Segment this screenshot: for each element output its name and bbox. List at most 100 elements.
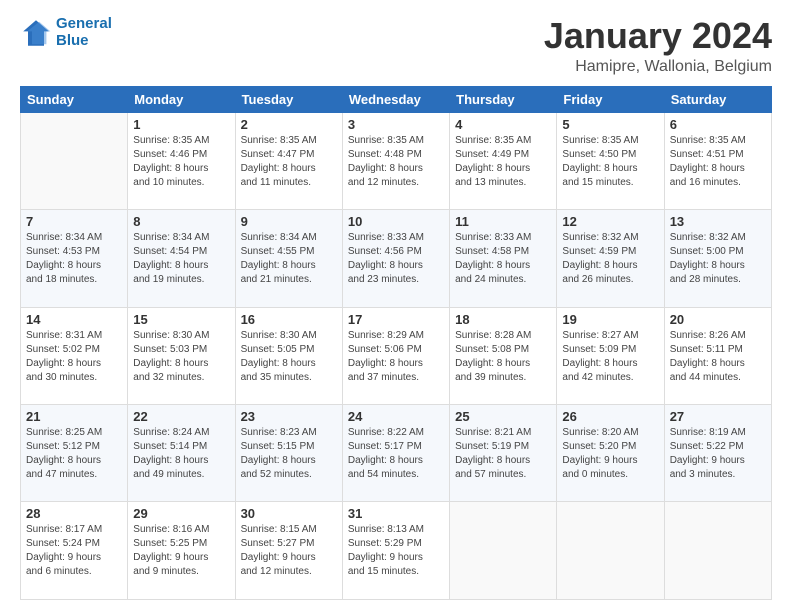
day-info: Daylight: 8 hours [455, 454, 551, 468]
day-info: Sunrise: 8:25 AM [26, 426, 122, 440]
day-info: and 0 minutes. [562, 468, 658, 482]
day-info: Sunrise: 8:30 AM [133, 329, 229, 343]
day-info: Sunset: 5:08 PM [455, 343, 551, 357]
weekday-header-thursday: Thursday [450, 86, 557, 112]
day-info: Sunset: 4:59 PM [562, 245, 658, 259]
day-info: Sunrise: 8:17 AM [26, 523, 122, 537]
day-info: Sunrise: 8:34 AM [26, 231, 122, 245]
day-info: Daylight: 8 hours [348, 259, 444, 273]
day-info: Sunrise: 8:13 AM [348, 523, 444, 537]
day-info: Sunset: 5:24 PM [26, 537, 122, 551]
day-number: 4 [455, 117, 551, 132]
day-info: Daylight: 8 hours [348, 162, 444, 176]
day-info: Sunrise: 8:35 AM [670, 134, 766, 148]
calendar-cell: 10Sunrise: 8:33 AMSunset: 4:56 PMDayligh… [342, 210, 449, 307]
day-info: Sunset: 5:17 PM [348, 440, 444, 454]
day-number: 7 [26, 214, 122, 229]
calendar-week-row: 1Sunrise: 8:35 AMSunset: 4:46 PMDaylight… [21, 112, 772, 209]
day-info: Daylight: 9 hours [133, 551, 229, 565]
day-info: Sunrise: 8:32 AM [562, 231, 658, 245]
day-info: Sunrise: 8:26 AM [670, 329, 766, 343]
day-number: 11 [455, 214, 551, 229]
day-number: 19 [562, 312, 658, 327]
calendar-cell: 7Sunrise: 8:34 AMSunset: 4:53 PMDaylight… [21, 210, 128, 307]
day-info: Sunrise: 8:31 AM [26, 329, 122, 343]
day-info: Sunrise: 8:29 AM [348, 329, 444, 343]
day-info: and 15 minutes. [348, 565, 444, 579]
day-info: Sunset: 4:50 PM [562, 148, 658, 162]
day-info: and 24 minutes. [455, 273, 551, 287]
day-info: Daylight: 8 hours [562, 162, 658, 176]
calendar-cell [21, 112, 128, 209]
day-number: 2 [241, 117, 337, 132]
calendar-cell: 15Sunrise: 8:30 AMSunset: 5:03 PMDayligh… [128, 307, 235, 404]
day-info: and 52 minutes. [241, 468, 337, 482]
day-number: 13 [670, 214, 766, 229]
day-info: and 18 minutes. [26, 273, 122, 287]
day-info: Sunset: 4:55 PM [241, 245, 337, 259]
calendar-cell: 31Sunrise: 8:13 AMSunset: 5:29 PMDayligh… [342, 502, 449, 600]
weekday-header-sunday: Sunday [21, 86, 128, 112]
day-number: 6 [670, 117, 766, 132]
day-info: Sunset: 5:19 PM [455, 440, 551, 454]
day-info: Sunrise: 8:35 AM [562, 134, 658, 148]
day-info: Daylight: 8 hours [241, 357, 337, 371]
calendar-cell: 3Sunrise: 8:35 AMSunset: 4:48 PMDaylight… [342, 112, 449, 209]
calendar-cell: 20Sunrise: 8:26 AMSunset: 5:11 PMDayligh… [664, 307, 771, 404]
calendar-cell: 26Sunrise: 8:20 AMSunset: 5:20 PMDayligh… [557, 405, 664, 502]
day-number: 12 [562, 214, 658, 229]
day-info: Sunrise: 8:35 AM [455, 134, 551, 148]
calendar-cell: 8Sunrise: 8:34 AMSunset: 4:54 PMDaylight… [128, 210, 235, 307]
day-info: Daylight: 9 hours [26, 551, 122, 565]
calendar-week-row: 7Sunrise: 8:34 AMSunset: 4:53 PMDaylight… [21, 210, 772, 307]
day-number: 31 [348, 506, 444, 521]
calendar-cell: 4Sunrise: 8:35 AMSunset: 4:49 PMDaylight… [450, 112, 557, 209]
day-info: and 19 minutes. [133, 273, 229, 287]
day-info: and 39 minutes. [455, 371, 551, 385]
day-info: Sunrise: 8:20 AM [562, 426, 658, 440]
page: General Blue January 2024 Hamipre, Wallo… [0, 0, 792, 612]
day-info: Daylight: 8 hours [133, 259, 229, 273]
calendar-cell: 1Sunrise: 8:35 AMSunset: 4:46 PMDaylight… [128, 112, 235, 209]
day-info: Sunrise: 8:15 AM [241, 523, 337, 537]
day-info: and 13 minutes. [455, 176, 551, 190]
day-number: 30 [241, 506, 337, 521]
day-info: and 6 minutes. [26, 565, 122, 579]
day-info: and 54 minutes. [348, 468, 444, 482]
calendar-cell: 25Sunrise: 8:21 AMSunset: 5:19 PMDayligh… [450, 405, 557, 502]
day-info: and 32 minutes. [133, 371, 229, 385]
day-number: 18 [455, 312, 551, 327]
calendar-header-row: SundayMondayTuesdayWednesdayThursdayFrid… [21, 86, 772, 112]
day-number: 23 [241, 409, 337, 424]
calendar-cell: 5 Sunrise: 8:35 AMSunset: 4:50 PMDaylight… [557, 112, 664, 209]
day-info: Sunset: 5:00 PM [670, 245, 766, 259]
day-info: Sunrise: 8:35 AM [348, 134, 444, 148]
day-info: and 15 minutes. [562, 176, 658, 190]
day-info: Sunrise: 8:28 AM [455, 329, 551, 343]
day-info: Daylight: 9 hours [241, 551, 337, 565]
header: General Blue January 2024 Hamipre, Wallo… [20, 16, 772, 76]
day-number: 29 [133, 506, 229, 521]
day-info: and 28 minutes. [670, 273, 766, 287]
day-info: Sunset: 5:09 PM [562, 343, 658, 357]
day-info: Sunrise: 8:21 AM [455, 426, 551, 440]
weekday-header-tuesday: Tuesday [235, 86, 342, 112]
day-info: and 57 minutes. [455, 468, 551, 482]
day-info: Sunset: 5:15 PM [241, 440, 337, 454]
day-info: and 35 minutes. [241, 371, 337, 385]
day-number: 3 [348, 117, 444, 132]
day-number: 17 [348, 312, 444, 327]
day-info: Daylight: 8 hours [562, 357, 658, 371]
day-info: and 9 minutes. [133, 565, 229, 579]
day-info: Daylight: 8 hours [455, 357, 551, 371]
calendar-week-row: 28Sunrise: 8:17 AMSunset: 5:24 PMDayligh… [21, 502, 772, 600]
day-info: Sunset: 4:54 PM [133, 245, 229, 259]
day-info: Daylight: 8 hours [670, 162, 766, 176]
day-info: Sunset: 4:47 PM [241, 148, 337, 162]
day-info: Sunset: 5:12 PM [26, 440, 122, 454]
calendar-cell: 9Sunrise: 8:34 AMSunset: 4:55 PMDaylight… [235, 210, 342, 307]
day-number: 5 [562, 117, 658, 132]
day-info: Sunset: 5:06 PM [348, 343, 444, 357]
logo: General Blue [20, 16, 112, 49]
calendar-week-row: 14Sunrise: 8:31 AMSunset: 5:02 PMDayligh… [21, 307, 772, 404]
